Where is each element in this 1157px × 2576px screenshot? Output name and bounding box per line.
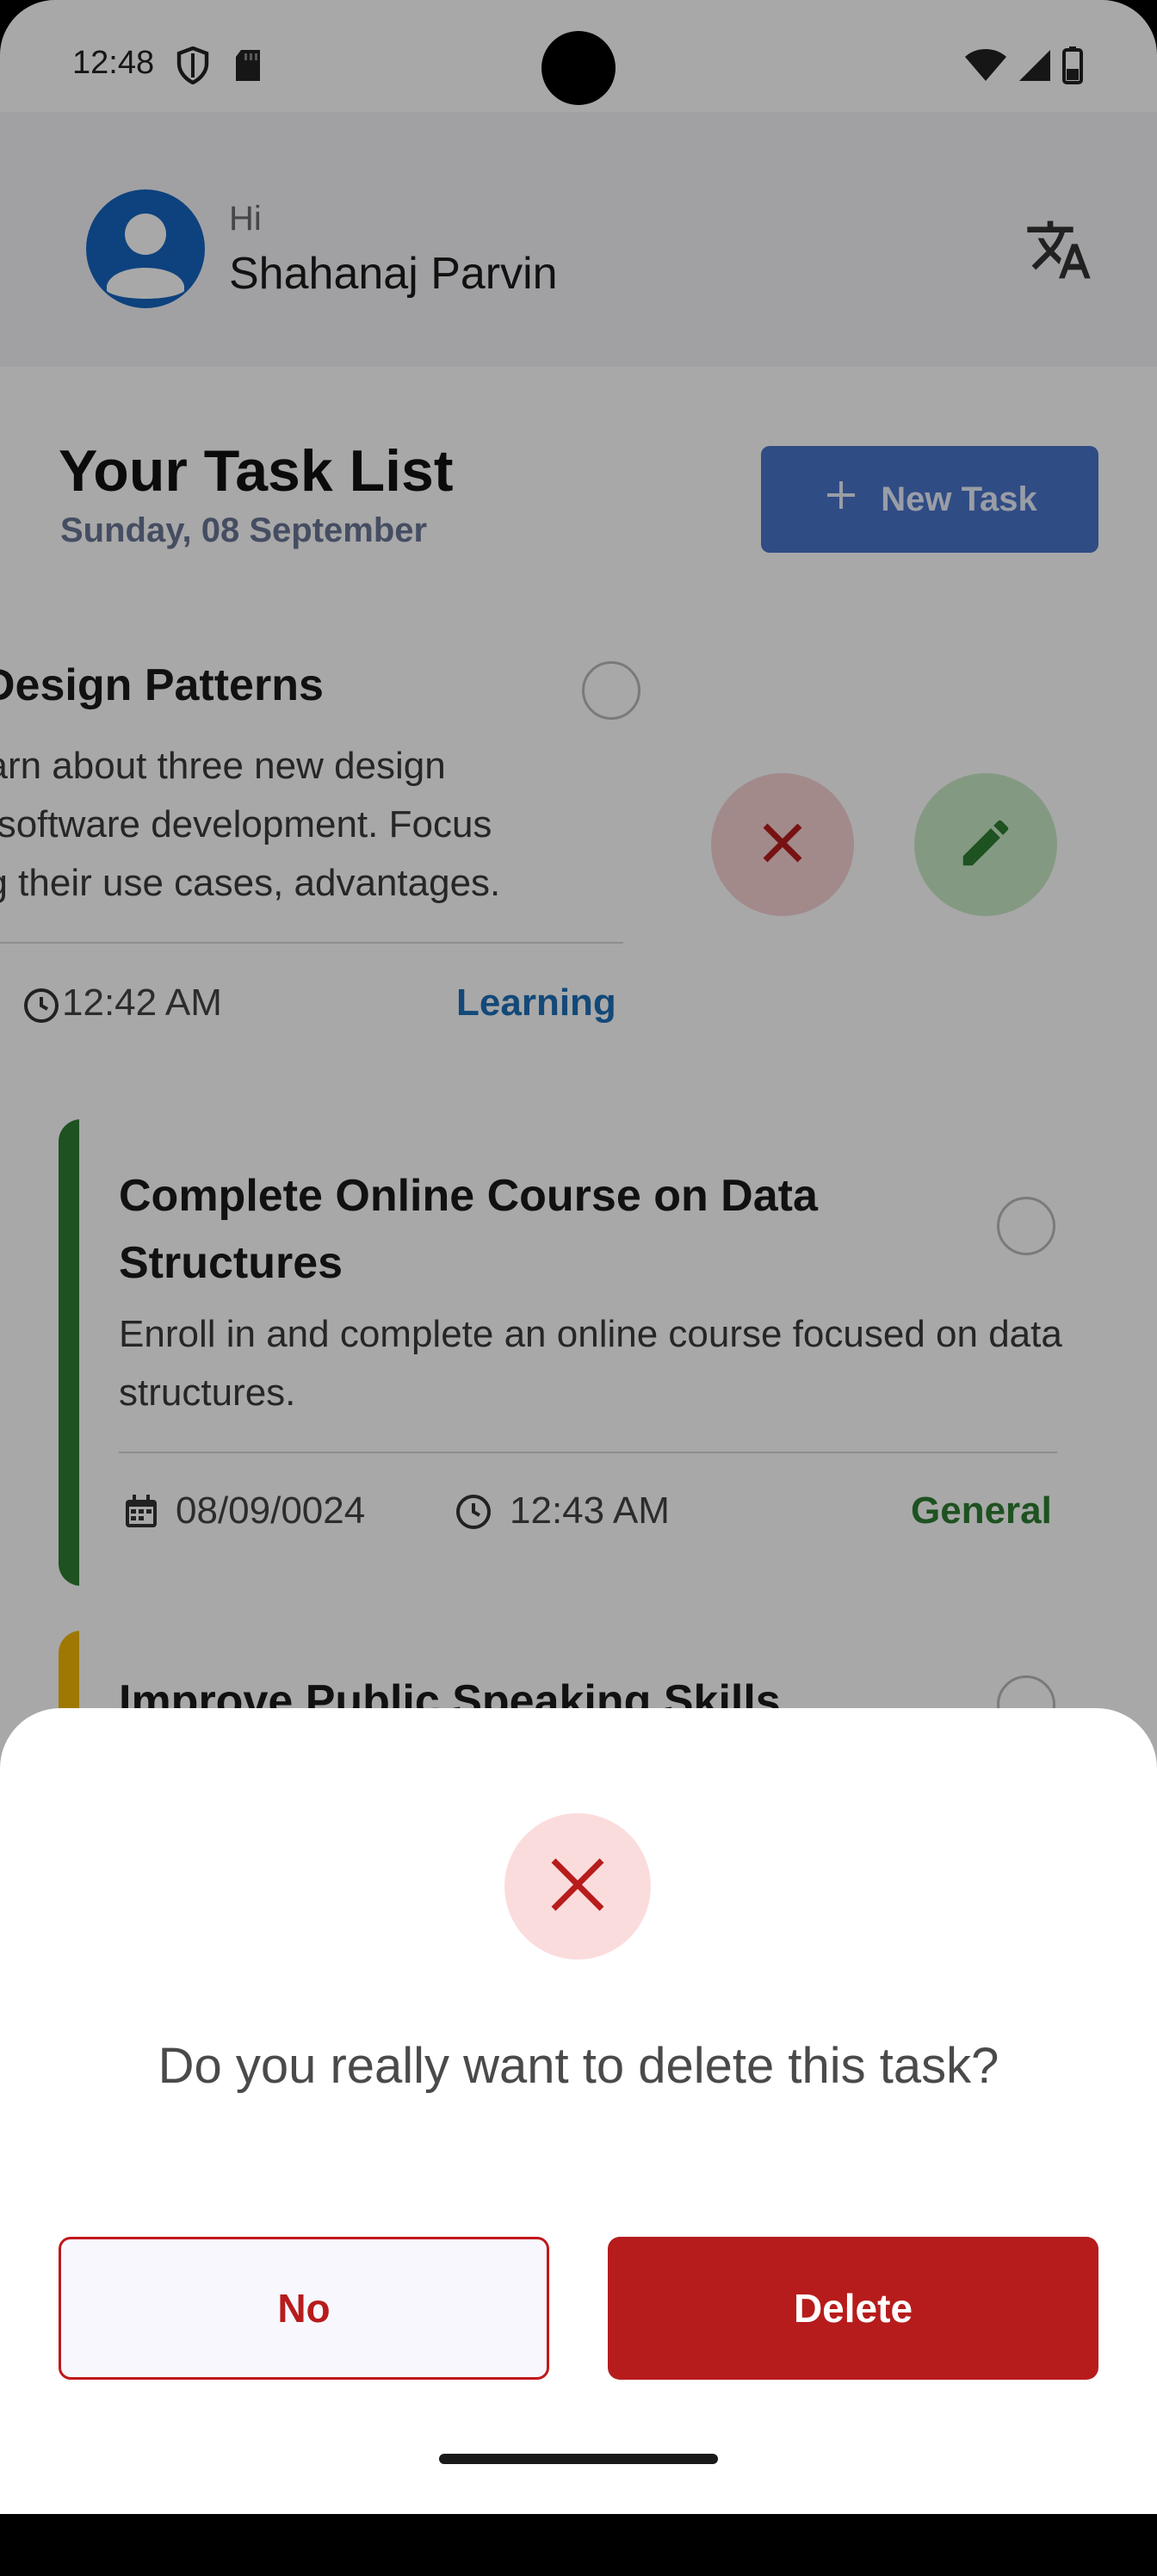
close-icon	[547, 1854, 609, 1920]
no-button[interactable]: No	[59, 2237, 549, 2380]
delete-confirm-message: Do you really want to delete this task?	[158, 2038, 999, 2094]
home-indicator[interactable]	[439, 2454, 718, 2464]
delete-button[interactable]: Delete	[608, 2237, 1098, 2380]
navigation-bar	[0, 2514, 1157, 2576]
delete-warning-badge	[504, 1813, 651, 1960]
app-screen: Hi Shahanaj Parvin Your Task List Sunday…	[0, 0, 1157, 2576]
